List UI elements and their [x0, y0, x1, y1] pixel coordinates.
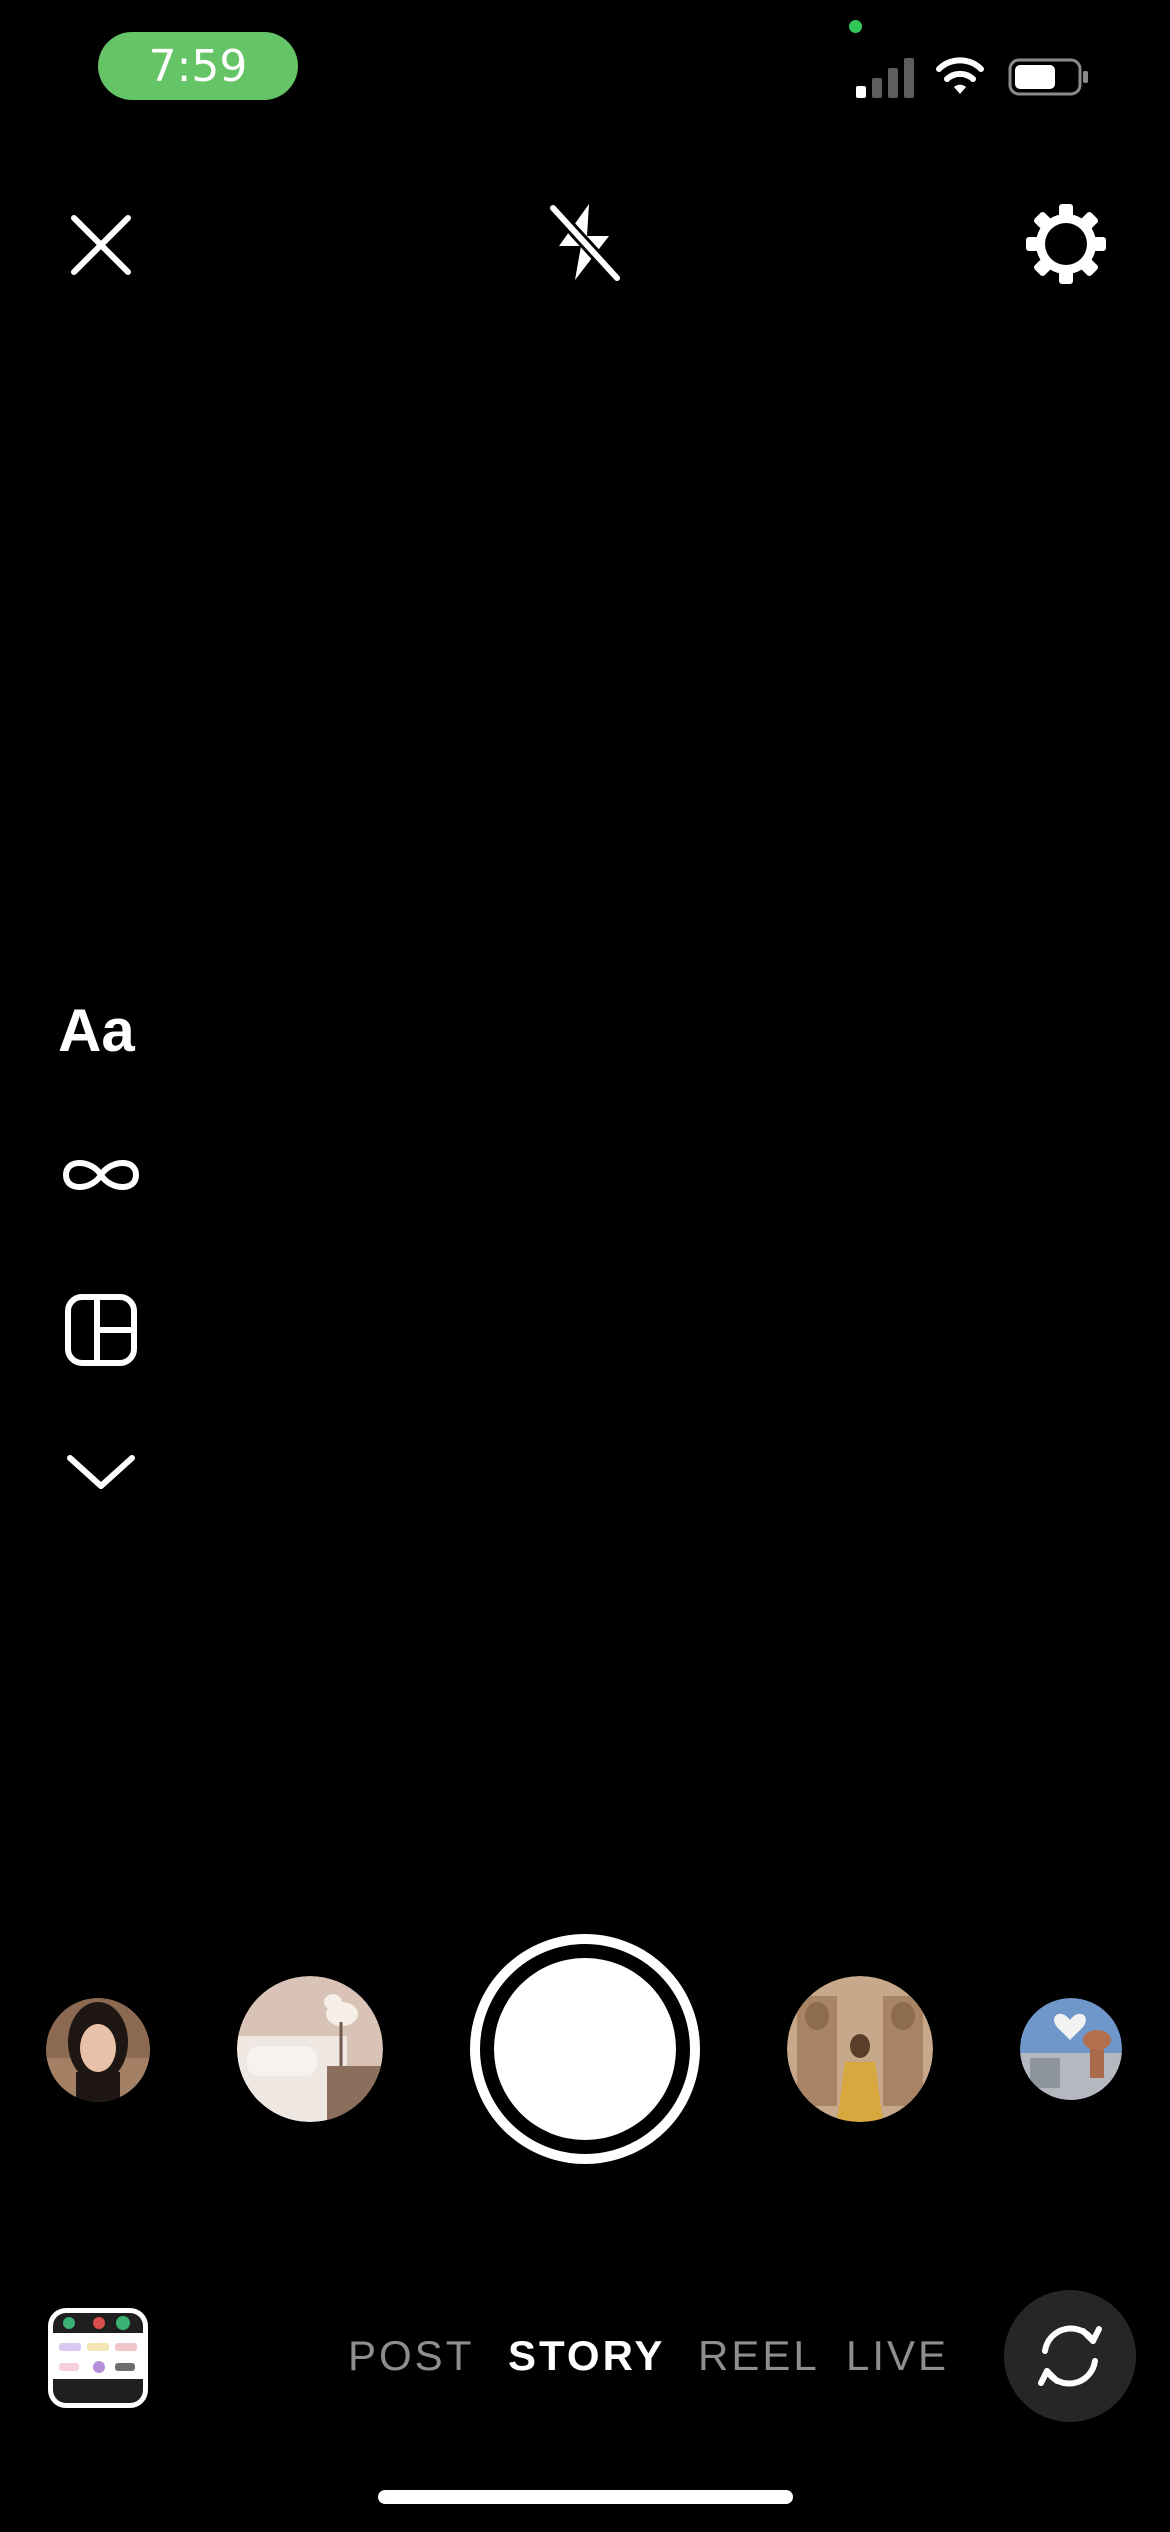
tab-reel-label: REEL [698, 2332, 820, 2379]
thumbnail-cathedral[interactable] [1020, 1998, 1122, 2100]
close-icon[interactable] [68, 212, 134, 278]
tab-reel[interactable]: REEL [698, 2326, 818, 2386]
tab-story[interactable]: STORY [508, 2326, 668, 2386]
tab-story-label: STORY [508, 2332, 666, 2379]
gallery-button[interactable] [48, 2308, 148, 2408]
create-text-label: Aa [58, 996, 135, 1064]
signal-icon [856, 58, 914, 98]
tab-live-label: LIVE [846, 2332, 950, 2379]
capture-button-inner [494, 1958, 676, 2140]
flip-camera-icon [1038, 2325, 1102, 2387]
create-text-button[interactable]: Aa [58, 990, 148, 1070]
flip-camera-button[interactable] [1004, 2290, 1136, 2422]
flash-off-icon[interactable] [545, 200, 625, 284]
thumbnail-portrait[interactable] [46, 1998, 150, 2102]
status-time: 7:59 [98, 32, 298, 100]
settings-icon[interactable] [1024, 202, 1108, 286]
capture-button[interactable] [470, 1934, 700, 2164]
home-indicator[interactable] [378, 2490, 793, 2504]
privacy-indicator-dot [849, 20, 862, 33]
boomerang-icon[interactable] [60, 1150, 142, 1200]
status-time-text: 7:59 [148, 40, 248, 92]
gallery-icon [53, 2313, 143, 2403]
layout-icon[interactable] [64, 1293, 138, 1367]
thumbnail-bedroom[interactable] [237, 1976, 383, 2122]
wifi-icon [936, 57, 984, 94]
tab-live[interactable]: LIVE [846, 2326, 956, 2386]
tab-post[interactable]: POST [348, 2326, 478, 2386]
chevron-down-icon[interactable] [66, 1452, 136, 1492]
thumbnail-temple[interactable] [787, 1976, 933, 2122]
tab-post-label: POST [348, 2332, 475, 2379]
battery-icon [1008, 58, 1088, 96]
